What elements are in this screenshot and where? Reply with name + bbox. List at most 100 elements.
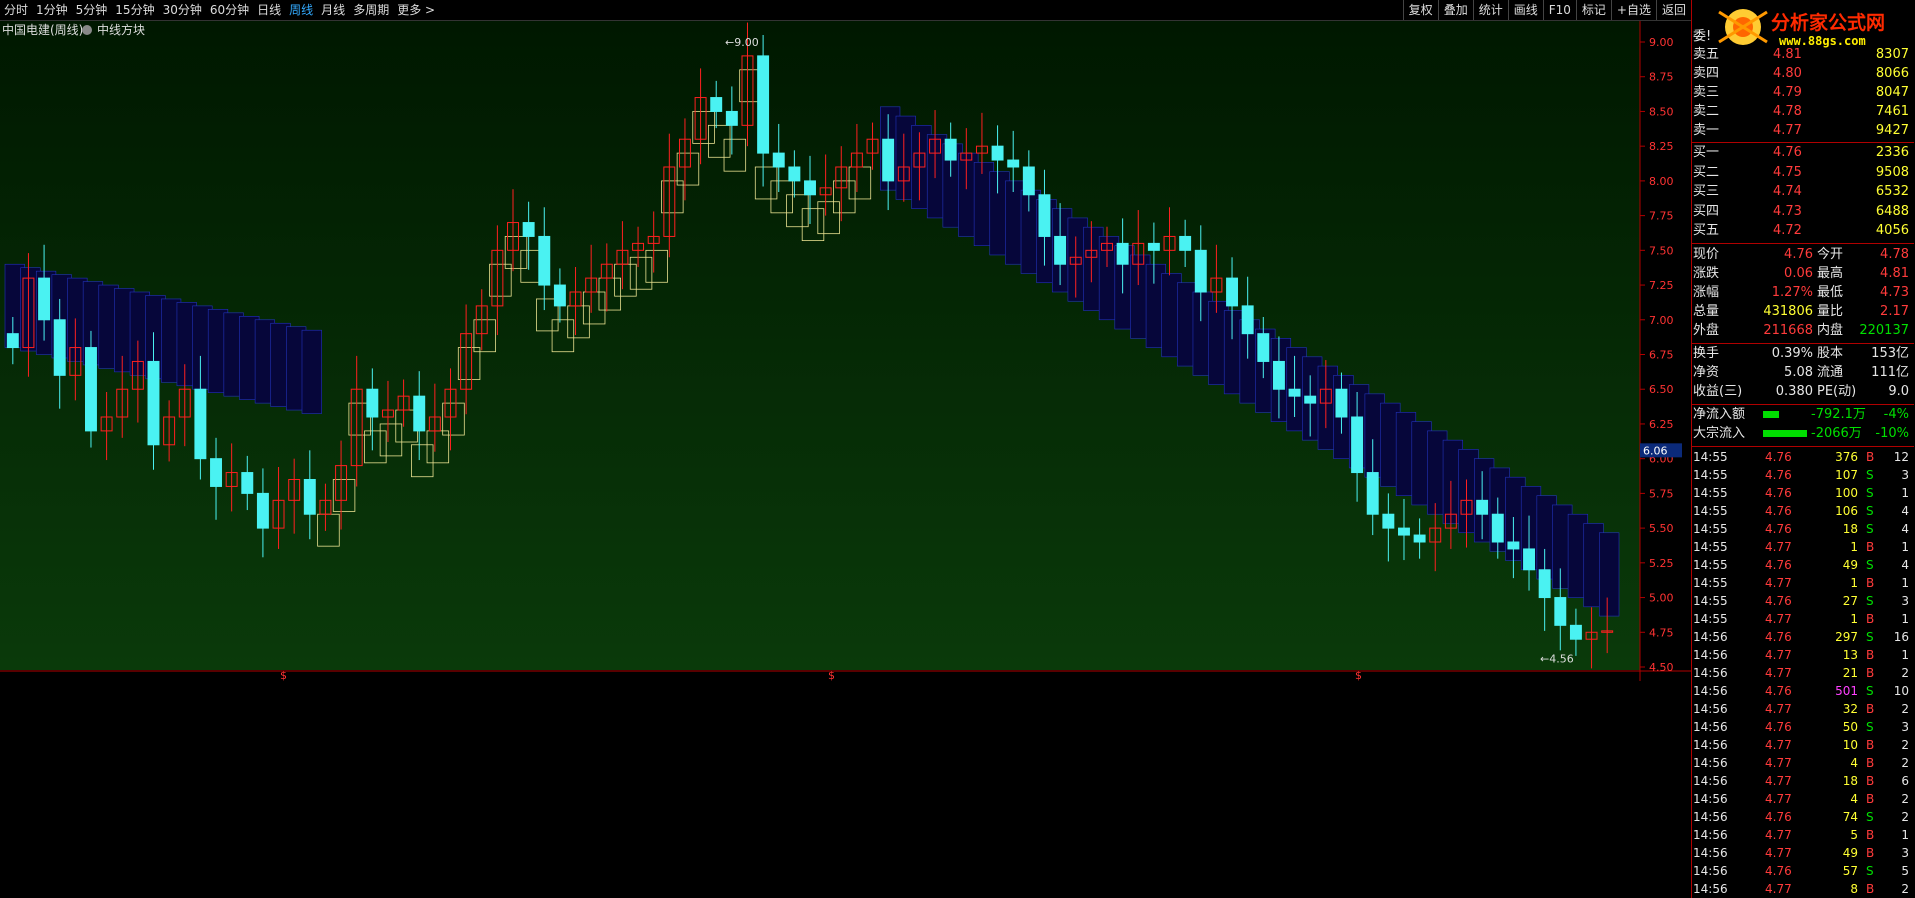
down-candle — [1304, 395, 1317, 404]
indicator-name: 中线方块 — [97, 22, 145, 37]
period-tab[interactable]: 15分钟 — [111, 0, 158, 20]
quote-value: 4.81 — [1880, 265, 1909, 281]
tick-row: 14:56 4.77 21 B 2 — [1693, 664, 1913, 682]
period-tab[interactable]: 周线 — [285, 0, 317, 20]
down-candle — [1226, 277, 1239, 307]
period-tab[interactable]: 月线 — [317, 0, 349, 20]
bid-row[interactable]: 买四 4.73 6488 — [1693, 203, 1913, 221]
s-marker: $ — [280, 669, 287, 681]
price-chart[interactable]: 9.00 8.75 8.50 8.25 8.00 7.75 7.50 7.25 7.00 6.75… — [0, 21, 1691, 681]
finance-row: 换手 0.39% 股本 153亿 — [1693, 345, 1913, 363]
down-candle — [757, 55, 770, 154]
ask-row[interactable]: 卖四 4.80 8066 — [1693, 65, 1913, 83]
tick-price: 4.76 — [1765, 593, 1792, 608]
period-tab[interactable]: 更多 > — [393, 0, 439, 20]
toolbar-button[interactable]: 返回 — [1655, 0, 1691, 20]
down-candle — [38, 277, 51, 321]
tick-price: 4.76 — [1765, 485, 1792, 500]
down-candle — [303, 479, 316, 515]
price-tick-label: 4.75 — [1649, 626, 1674, 639]
down-candle — [1538, 569, 1551, 599]
tick-count: 6 — [1901, 773, 1909, 788]
toolbar-button[interactable]: 画线 — [1507, 0, 1543, 20]
period-tab[interactable]: 1分钟 — [32, 0, 72, 20]
tick-count: 4 — [1901, 503, 1909, 518]
tick-time: 14:56 — [1693, 701, 1728, 716]
tick-row: 14:56 4.77 10 B 2 — [1693, 736, 1913, 754]
toolbar-button[interactable]: 复权 — [1402, 0, 1438, 20]
price-tick-label: 6.75 — [1649, 349, 1674, 362]
period-tab[interactable]: 日线 — [253, 0, 285, 20]
tick-time: 14:56 — [1693, 809, 1728, 824]
toolbar-button[interactable]: 标记 — [1575, 0, 1611, 20]
tick-count: 1 — [1901, 539, 1909, 554]
down-candle — [1272, 360, 1285, 390]
finance-value: 9.0 — [1888, 383, 1909, 399]
bid-row[interactable]: 买五 4.72 4056 — [1693, 222, 1913, 240]
s-marker: $ — [1355, 669, 1362, 681]
bid-row[interactable]: 买一 4.76 2336 — [1693, 144, 1913, 162]
tick-row: 14:55 4.77 1 B 1 — [1693, 610, 1913, 628]
ask-row[interactable]: 卖三 4.79 8047 — [1693, 84, 1913, 102]
tick-price: 4.77 — [1765, 791, 1792, 806]
tick-price: 4.77 — [1765, 611, 1792, 626]
bid-row[interactable]: 买三 4.74 6532 — [1693, 183, 1913, 201]
trend-cloud-block — [1599, 532, 1620, 617]
tick-side: B — [1866, 665, 1875, 680]
toolbar-button[interactable]: 统计 — [1472, 0, 1508, 20]
finance-label: 换手 — [1693, 345, 1720, 361]
tick-time: 14:56 — [1693, 683, 1728, 698]
period-tab[interactable]: 分时 — [0, 0, 32, 20]
period-tab[interactable]: 30分钟 — [159, 0, 206, 20]
down-candle — [725, 110, 738, 126]
finance-value: 5.08 — [1784, 364, 1813, 380]
down-candle — [1147, 242, 1160, 251]
tick-row: 14:56 4.76 50 S 3 — [1693, 718, 1913, 736]
tick-time: 14:55 — [1693, 611, 1728, 626]
down-candle — [1335, 388, 1348, 418]
tick-count: 3 — [1901, 845, 1909, 860]
toolbar-button[interactable]: +自选 — [1610, 0, 1656, 20]
down-candle — [1382, 513, 1395, 529]
down-candle — [413, 395, 426, 432]
tick-side: B — [1866, 611, 1875, 626]
price-tick-label: 8.25 — [1649, 140, 1674, 153]
down-candle — [1554, 597, 1567, 626]
down-candle — [1351, 416, 1364, 474]
tick-volume: 18 — [1842, 773, 1858, 788]
tick-count: 4 — [1901, 521, 1909, 536]
tick-price: 4.77 — [1765, 539, 1792, 554]
ask-price: 4.80 — [1773, 66, 1802, 81]
period-tab[interactable]: 多周期 — [349, 0, 393, 20]
toolbar-button[interactable]: F10 — [1542, 0, 1576, 20]
period-tab[interactable]: 5分钟 — [72, 0, 112, 20]
tick-side: B — [1866, 737, 1875, 752]
tick-side: S — [1866, 485, 1874, 500]
tick-price: 4.76 — [1765, 503, 1792, 518]
period-tab[interactable]: 60分钟 — [206, 0, 253, 20]
flow-value: -2066万 — [1811, 425, 1862, 441]
ask-label: 卖四 — [1693, 66, 1720, 81]
tick-time: 14:55 — [1693, 485, 1728, 500]
tick-volume: 4 — [1850, 755, 1858, 770]
toolbar-button[interactable]: 叠加 — [1437, 0, 1473, 20]
tick-volume: 100 — [1835, 485, 1858, 500]
bid-volume: 6488 — [1875, 203, 1909, 219]
bid-row[interactable]: 买二 4.75 9508 — [1693, 164, 1913, 182]
price-tick-label: 8.00 — [1649, 175, 1674, 188]
tick-volume: 49 — [1842, 557, 1858, 572]
period-tabs: 分时 1分钟 5分钟 15分钟 30分钟 60分钟 日线 周线 月线 多周期 更多 > — [0, 0, 439, 20]
down-candle — [538, 235, 551, 286]
ask-row[interactable]: 卖五 4.81 8307 — [1693, 46, 1913, 64]
tick-count: 1 — [1901, 611, 1909, 626]
ask-row[interactable]: 卖二 4.78 7461 — [1693, 103, 1913, 121]
down-candle — [710, 97, 723, 112]
bid-price: 4.75 — [1773, 164, 1802, 180]
ask-label: 卖五 — [1693, 47, 1720, 62]
bid-volume: 4056 — [1875, 223, 1909, 238]
book-header: 委! — [1693, 28, 1913, 46]
tick-time: 14:55 — [1693, 557, 1728, 572]
ask-row[interactable]: 卖一 4.77 9427 — [1693, 122, 1913, 140]
tick-count: 4 — [1901, 557, 1909, 572]
bid-price: 4.74 — [1773, 184, 1802, 199]
